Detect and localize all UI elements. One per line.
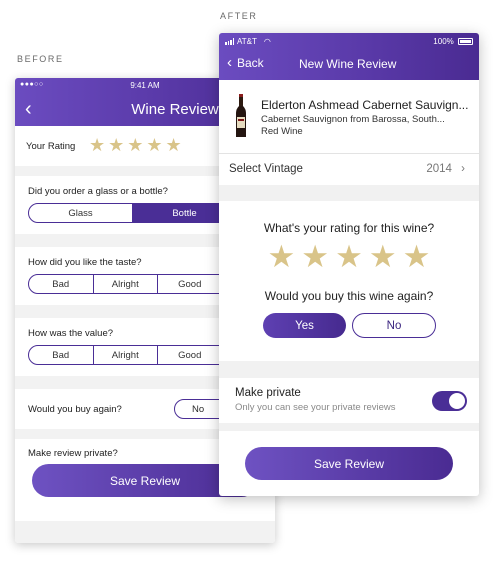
rating-stars[interactable]: ★★★★★	[89, 135, 185, 156]
rating-stars[interactable]: ★★★★★	[219, 239, 479, 275]
value-alright[interactable]: Alright	[94, 346, 158, 364]
section-divider	[219, 423, 479, 431]
chevron-left-icon: ‹	[227, 54, 232, 71]
taste-question: How did you like the taste?	[28, 257, 142, 268]
vintage-row[interactable]: Select Vintage 2014 ›	[219, 154, 479, 185]
section-divider	[219, 185, 479, 201]
value-question: How was the value?	[28, 328, 114, 339]
comparison-stage: BEFORE AFTER ●●●○○ 9:41 AM ‹ Wine Review…	[0, 0, 493, 574]
buy-again-question: Would you buy this wine again?	[264, 289, 434, 303]
carrier-label: AT&T	[237, 37, 257, 46]
toggle-knob	[449, 393, 465, 409]
rating-card: What's your rating for this wine? ★★★★★ …	[219, 201, 479, 361]
battery-percent: 100%	[433, 37, 454, 46]
private-question: Make review private?	[28, 448, 118, 459]
rating-label: Your Rating	[26, 141, 76, 152]
glass-question: Did you order a glass or a bottle?	[28, 186, 168, 197]
private-title: Make private	[235, 387, 301, 399]
after-status-bar: AT&T ◠ 100%	[225, 37, 473, 46]
status-time: 9:41 AM	[130, 81, 160, 90]
taste-bad[interactable]: Bad	[29, 275, 94, 293]
wine-bottle-icon	[236, 94, 246, 137]
vintage-value-group: 2014 ›	[426, 163, 465, 175]
glass-option[interactable]: Glass	[29, 204, 133, 222]
wine-varietal: Cabernet Sauvignon from Barossa, South..…	[261, 114, 445, 125]
value-bad[interactable]: Bad	[29, 346, 94, 364]
rating-question: What's your rating for this wine?	[263, 221, 435, 235]
after-title: New Wine Review	[299, 57, 397, 71]
buy-again-question: Would you buy again?	[28, 404, 122, 415]
taste-good[interactable]: Good	[158, 275, 223, 293]
after-screen: AT&T ◠ 100% ‹ Back New Wine Review Elder…	[219, 33, 479, 496]
yes-button[interactable]: Yes	[263, 313, 346, 338]
section-divider	[219, 361, 479, 378]
value-good[interactable]: Good	[158, 346, 223, 364]
private-subtitle: Only you can see your private reviews	[235, 402, 396, 413]
taste-alright[interactable]: Alright	[94, 275, 158, 293]
back-button[interactable]: ‹ Back	[227, 54, 264, 71]
wine-type: Red Wine	[261, 126, 303, 137]
back-label: Back	[237, 56, 264, 70]
wine-name: Elderton Ashmead Cabernet Sauvign...	[261, 98, 469, 112]
no-button[interactable]: No	[352, 313, 436, 338]
signal-bars-icon	[225, 38, 234, 45]
after-caption: AFTER	[220, 11, 258, 21]
wine-card[interactable]: Elderton Ashmead Cabernet Sauvign... Cab…	[219, 80, 479, 154]
chevron-right-icon: ›	[461, 163, 465, 175]
signal-dots-icon: ●●●○○	[20, 81, 44, 88]
before-caption: BEFORE	[17, 54, 64, 64]
vintage-label: Select Vintage	[229, 163, 303, 175]
after-header: AT&T ◠ 100% ‹ Back New Wine Review	[219, 33, 479, 80]
after-save-button[interactable]: Save Review	[245, 447, 453, 480]
private-row: Make private Only you can see your priva…	[219, 378, 479, 423]
private-toggle[interactable]	[432, 391, 467, 411]
battery-icon	[458, 38, 473, 46]
vintage-value: 2014	[426, 163, 452, 175]
wifi-icon: ◠	[263, 37, 271, 46]
